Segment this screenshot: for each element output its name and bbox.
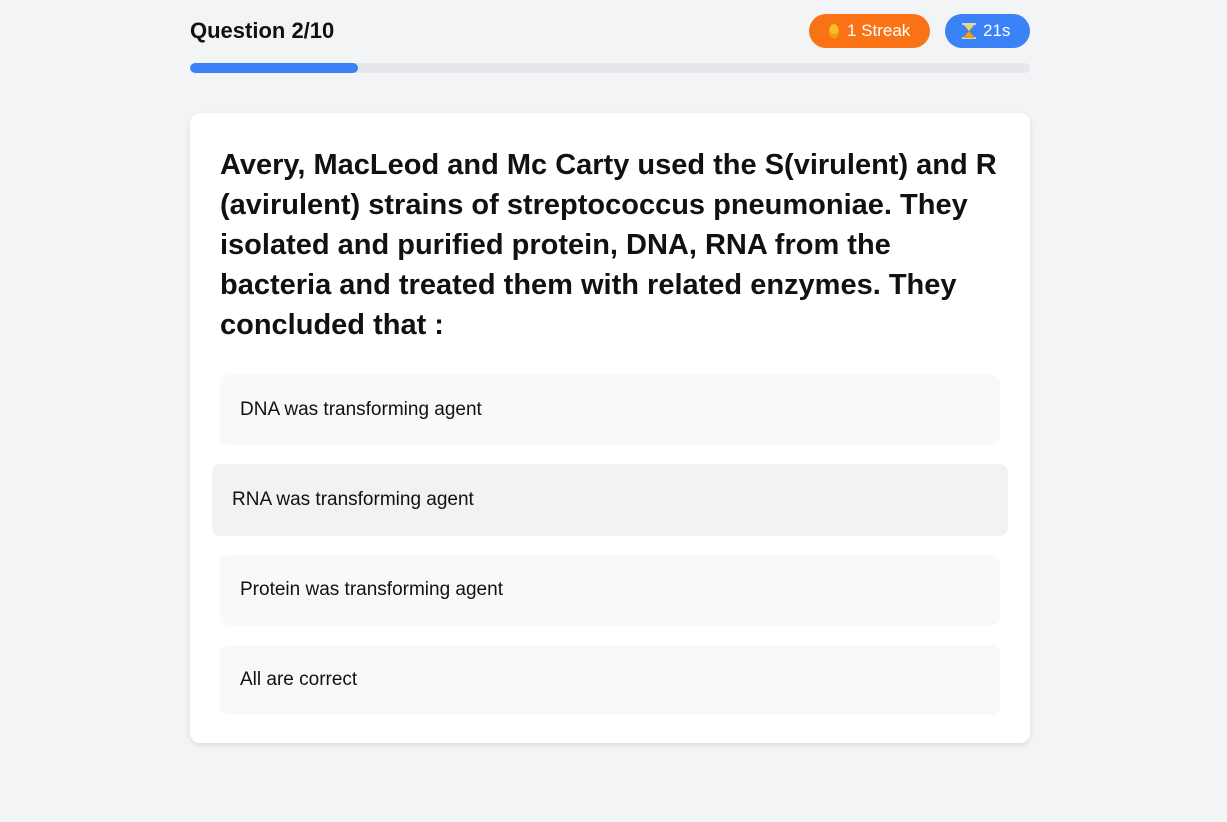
flame-icon bbox=[829, 24, 839, 38]
progress-bar bbox=[190, 63, 1030, 73]
answer-option-3[interactable]: Protein was transforming agent bbox=[220, 555, 1000, 625]
streak-label: 1 Streak bbox=[847, 21, 911, 40]
quiz-container: Question 2/10 1 Streak 21s Avery, MacLeo… bbox=[190, 0, 1030, 743]
answer-option-label: RNA was transforming agent bbox=[232, 489, 474, 510]
quiz-header: Question 2/10 1 Streak 21s bbox=[190, 0, 1030, 62]
timer-label: 21s bbox=[983, 21, 1011, 40]
progress-bar-fill bbox=[190, 63, 358, 73]
answer-option-4[interactable]: All are correct bbox=[220, 645, 1000, 715]
question-text: Avery, MacLeod and Mc Carty used the S(v… bbox=[220, 149, 997, 341]
answer-option-label: DNA was transforming agent bbox=[240, 399, 482, 420]
question-counter: Question 2/10 bbox=[190, 18, 335, 43]
streak-badge: 1 Streak bbox=[809, 14, 930, 48]
question-card: Avery, MacLeod and Mc Carty used the S(v… bbox=[190, 113, 1030, 743]
status-badges: 1 Streak 21s bbox=[809, 14, 1030, 48]
hourglass-icon bbox=[962, 23, 976, 39]
answer-option-1[interactable]: DNA was transforming agent bbox=[220, 375, 1000, 445]
timer-badge: 21s bbox=[945, 14, 1030, 48]
answer-option-label: All are correct bbox=[240, 669, 358, 690]
answer-option-label: Protein was transforming agent bbox=[240, 579, 503, 600]
answer-options: DNA was transforming agent RNA was trans… bbox=[212, 375, 1008, 715]
answer-option-2[interactable]: RNA was transforming agent bbox=[212, 464, 1008, 536]
